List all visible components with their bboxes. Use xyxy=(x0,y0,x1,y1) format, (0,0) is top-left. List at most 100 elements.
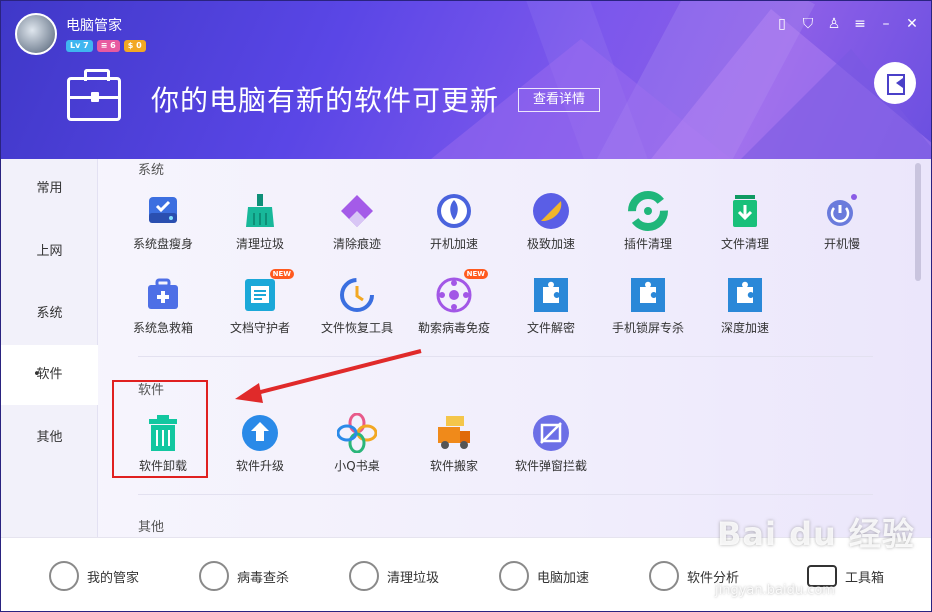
sidebar-item-system[interactable]: 系统 xyxy=(1,299,98,329)
tool-item[interactable]: 软件升级 xyxy=(212,413,308,474)
truck-icon xyxy=(434,413,474,453)
tool-item[interactable]: 系统急救箱 xyxy=(115,275,211,336)
puzzle-blue-icon xyxy=(628,275,668,315)
tool-item[interactable]: 插件清理 xyxy=(600,191,696,252)
tool-label: 清除痕迹 xyxy=(332,237,381,251)
points-badge[interactable]: ≡ 6 xyxy=(96,40,120,52)
tool-item[interactable]: NEW 勒索病毒免疫 xyxy=(406,269,502,336)
tool-item[interactable]: 极致加速 xyxy=(503,191,599,252)
tool-label: 开机慢 xyxy=(823,237,860,251)
tool-label: 文档守护者 xyxy=(229,321,290,335)
toolbox-icon xyxy=(67,69,121,121)
tool-item[interactable]: 软件弹窗拦截 xyxy=(503,413,599,474)
feather-icon xyxy=(531,191,571,231)
section-title-system: 系统 xyxy=(138,163,165,178)
nav-item[interactable]: 病毒查杀 xyxy=(199,556,289,596)
tool-label: 深度加速 xyxy=(720,321,769,335)
puzzle-blue-icon xyxy=(531,275,571,315)
tool-item[interactable]: NEW 文档守护者 xyxy=(212,269,308,336)
tool-item[interactable]: 软件搬家 xyxy=(406,413,502,474)
disk-icon xyxy=(143,191,183,231)
tool-item[interactable]: 文件清理 xyxy=(697,191,793,252)
close-icon[interactable]: ✕ xyxy=(903,15,921,33)
avatar[interactable] xyxy=(15,13,57,55)
hero-title: 你的电脑有新的软件可更新 xyxy=(151,84,500,117)
divider xyxy=(138,494,873,495)
highlight-box xyxy=(112,380,208,478)
menu-icon[interactable]: ≡ xyxy=(851,15,869,33)
virus-scan-icon xyxy=(199,561,229,591)
tool-label: 文件解密 xyxy=(526,321,575,335)
vacuum-icon xyxy=(349,561,379,591)
tool-item[interactable]: 手机锁屏专杀 xyxy=(600,275,696,336)
nav-label: 工具箱 xyxy=(845,570,885,586)
bin-download-icon xyxy=(725,191,765,231)
nav-label: 清理垃圾 xyxy=(387,570,440,586)
sidebar-item-other[interactable]: 其他 xyxy=(1,423,98,453)
power-icon xyxy=(822,191,862,231)
rocket-icon xyxy=(434,191,474,231)
level-badge[interactable]: Lv 7 xyxy=(66,40,93,52)
hero-banner: 电脑管家 Lv 7 ≡ 6 $ 0 ▯ ⛉ ♙ ≡ – ✕ 你的电脑有新的软件可… xyxy=(1,1,931,159)
shield-icon[interactable]: ⛉ xyxy=(799,15,817,33)
tool-label: 文件清理 xyxy=(720,237,769,251)
tool-label: 系统急救箱 xyxy=(132,321,193,335)
broom-icon xyxy=(240,191,280,231)
tool-label: 软件弹窗拦截 xyxy=(514,459,587,473)
butler-icon xyxy=(49,561,79,591)
tool-item[interactable]: 深度加速 xyxy=(697,275,793,336)
tool-item[interactable]: 文件恢复工具 xyxy=(309,275,405,336)
clover-icon xyxy=(336,412,378,454)
puzzle-blue-icon xyxy=(725,275,765,315)
exit-toolbox-icon[interactable] xyxy=(874,62,916,104)
sidebar-item-software[interactable]: 软件 xyxy=(1,345,98,405)
new-badge: NEW xyxy=(269,269,294,279)
divider xyxy=(138,356,873,357)
shirt-icon[interactable]: ♙ xyxy=(825,15,843,33)
tool-label: 插件清理 xyxy=(623,237,672,251)
watermark-logo: Bai du 经验 xyxy=(717,515,915,553)
new-badge: NEW xyxy=(463,269,488,279)
tool-label: 小Q书桌 xyxy=(334,459,380,473)
rocket-icon xyxy=(499,561,529,591)
tool-item[interactable]: 系统盘瘦身 xyxy=(115,191,211,252)
tool-item[interactable]: 文件解密 xyxy=(503,275,599,336)
tool-item[interactable]: 开机加速 xyxy=(406,191,502,252)
nav-item[interactable]: 我的管家 xyxy=(49,556,139,596)
tool-label: 开机加速 xyxy=(429,237,478,251)
toolbox-content: 常用 上网 系统 软件 其他 系统 软件 其他 系统盘瘦身 清理垃圾 清除痕迹 开机加… xyxy=(1,159,931,537)
watermark-url: jingyan.baidu.com xyxy=(715,583,835,598)
nav-item[interactable]: 电脑加速 xyxy=(499,556,589,596)
nav-label: 病毒查杀 xyxy=(237,570,290,586)
category-sidebar: 常用 上网 系统 软件 其他 xyxy=(1,159,98,537)
app-window: 电脑管家 Lv 7 ≡ 6 $ 0 ▯ ⛉ ♙ ≡ – ✕ 你的电脑有新的软件可… xyxy=(0,0,932,612)
puzzle-green-icon xyxy=(628,191,668,231)
sidebar-item-common[interactable]: 常用 xyxy=(1,174,98,204)
eraser-icon xyxy=(337,191,377,231)
tool-item[interactable]: 清理垃圾 xyxy=(212,191,308,252)
phone-icon[interactable]: ▯ xyxy=(773,15,791,33)
scrollbar-thumb[interactable] xyxy=(915,163,921,281)
upgrade-icon xyxy=(240,413,280,453)
tool-label: 系统盘瘦身 xyxy=(132,237,193,251)
block-popup-icon xyxy=(531,413,571,453)
tool-item[interactable]: 清除痕迹 xyxy=(309,191,405,252)
nav-item[interactable]: 清理垃圾 xyxy=(349,556,439,596)
restore-icon xyxy=(337,275,377,315)
tool-label: 软件升级 xyxy=(235,459,284,473)
tool-item[interactable]: 小Q书桌 xyxy=(309,412,405,474)
title-bar: 电脑管家 Lv 7 ≡ 6 $ 0 ▯ ⛉ ♙ ≡ – ✕ xyxy=(1,1,931,59)
analysis-icon xyxy=(649,561,679,591)
sidebar-item-internet[interactable]: 上网 xyxy=(1,237,98,267)
tool-label: 软件搬家 xyxy=(429,459,478,473)
app-name: 电脑管家 xyxy=(66,18,122,34)
tool-label: 文件恢复工具 xyxy=(320,321,393,335)
tool-label: 清理垃圾 xyxy=(235,237,284,251)
minimize-icon[interactable]: – xyxy=(877,15,895,33)
view-details-button[interactable]: 查看详情 xyxy=(518,88,600,112)
coins-badge[interactable]: $ 0 xyxy=(123,40,146,52)
tool-label: 极致加速 xyxy=(526,237,575,251)
section-title-other: 其他 xyxy=(138,520,165,535)
tool-item[interactable]: 开机慢 xyxy=(794,191,890,252)
nav-label: 我的管家 xyxy=(87,570,140,586)
